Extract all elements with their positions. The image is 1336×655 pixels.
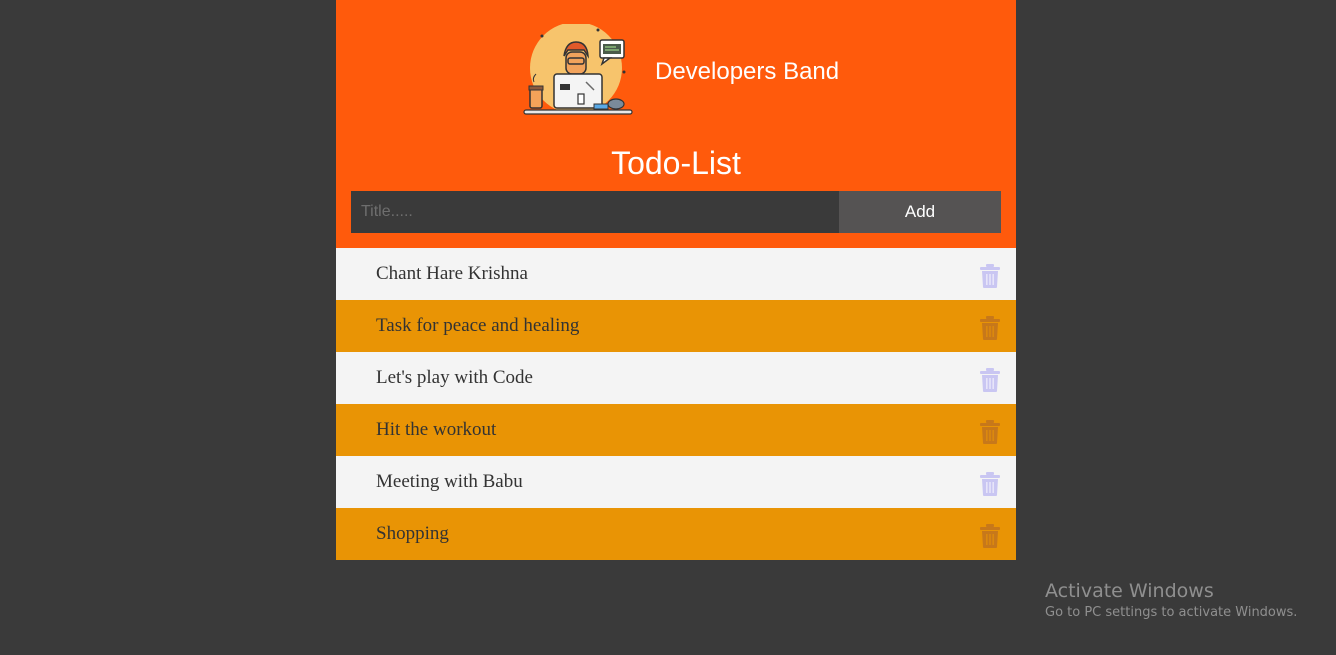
developer-logo-icon — [523, 24, 633, 115]
app-header: Developers Band Todo-List Add — [336, 0, 1016, 248]
todo-text: Shopping — [376, 523, 449, 544]
add-todo-form: Add — [351, 191, 1001, 233]
delete-button[interactable] — [979, 315, 1001, 341]
trash-icon — [980, 524, 1000, 548]
trash-icon — [980, 368, 1000, 392]
todo-text: Let's play with Code — [376, 367, 533, 388]
trash-icon — [980, 264, 1000, 288]
todo-item: Chant Hare Krishna — [336, 248, 1016, 300]
brand: Developers Band — [520, 24, 839, 120]
delete-button[interactable] — [979, 263, 1001, 289]
delete-button[interactable] — [979, 471, 1001, 497]
watermark-subtitle: Go to PC settings to activate Windows. — [1045, 605, 1298, 620]
todo-app: Developers Band Todo-List Add Chant Hare… — [336, 0, 1016, 560]
todo-item: Task for peace and healing — [336, 300, 1016, 352]
trash-icon — [980, 420, 1000, 444]
title-input[interactable] — [351, 191, 839, 233]
watermark-title: Activate Windows — [1045, 580, 1214, 602]
todo-text: Meeting with Babu — [376, 471, 523, 492]
delete-button[interactable] — [979, 419, 1001, 445]
todo-item: Shopping — [336, 508, 1016, 560]
trash-icon — [980, 472, 1000, 496]
brand-name: Developers Band — [655, 58, 840, 85]
page-title: Todo-List — [611, 145, 741, 181]
todo-item: Let's play with Code — [336, 352, 1016, 404]
todo-text: Task for peace and healing — [376, 315, 580, 336]
windows-activation-watermark: Activate Windows Go to PC settings to ac… — [1045, 580, 1297, 620]
trash-icon — [980, 316, 1000, 340]
todo-list: Chant Hare Krishna Task for peace and he… — [336, 248, 1016, 560]
delete-button[interactable] — [979, 523, 1001, 549]
todo-text: Hit the workout — [376, 419, 497, 440]
delete-button[interactable] — [979, 367, 1001, 393]
todo-item: Meeting with Babu — [336, 456, 1016, 508]
add-button[interactable]: Add — [839, 191, 1001, 233]
todo-text: Chant Hare Krishna — [376, 263, 528, 284]
todo-item: Hit the workout — [336, 404, 1016, 456]
